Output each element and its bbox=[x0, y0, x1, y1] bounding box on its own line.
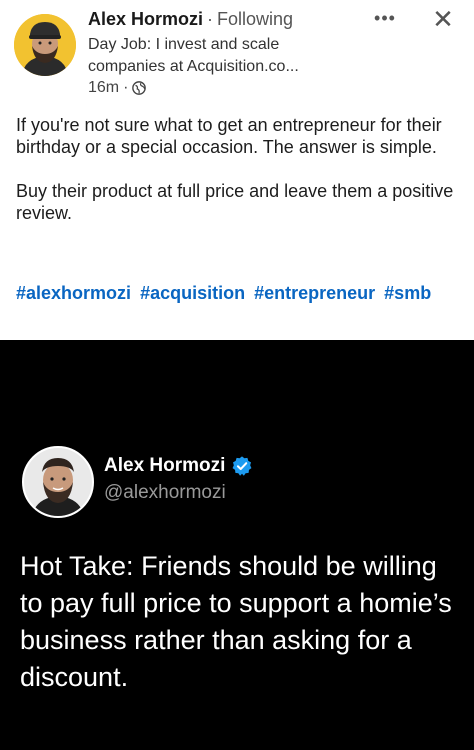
author-line: Alex Hormozi · Following bbox=[88, 8, 414, 30]
hashtag-link[interactable]: #alexhormozi bbox=[16, 283, 131, 303]
tweet-handle[interactable]: @alexhormozi bbox=[104, 481, 226, 505]
tweet-author: Alex Hormozi bbox=[104, 454, 253, 478]
hashtag-link[interactable]: #smb bbox=[384, 283, 431, 303]
tweet-author-name[interactable]: Alex Hormozi bbox=[104, 454, 225, 478]
avatar-portrait-icon bbox=[24, 448, 92, 516]
avatar-portrait-icon bbox=[14, 14, 76, 76]
tweet-text: Hot Take: Friends should be willing to p… bbox=[20, 551, 452, 692]
meta-separator: · bbox=[123, 79, 129, 96]
separator-dot: · bbox=[207, 9, 214, 29]
post-paragraph: Buy their product at full price and leav… bbox=[16, 181, 454, 223]
post-time: 16m bbox=[88, 79, 120, 96]
tweet-avatar[interactable] bbox=[22, 446, 94, 518]
linkedin-post: Alex Hormozi · Following ••• ✕ Day Job: I … bbox=[0, 0, 474, 340]
post-meta: 16m · bbox=[88, 78, 147, 98]
tweet-card: Alex Hormozi @alexhormozi Hot Take: Frie… bbox=[0, 340, 474, 750]
hashtag-link[interactable]: #acquisition bbox=[140, 283, 245, 303]
verified-badge-icon bbox=[232, 456, 252, 476]
author-name[interactable]: Alex Hormozi bbox=[88, 9, 203, 29]
globe-icon bbox=[132, 81, 147, 95]
following-status[interactable]: Following bbox=[217, 9, 293, 29]
post-paragraph: If you're not sure what to get an entrep… bbox=[16, 115, 442, 157]
close-icon[interactable]: ✕ bbox=[430, 6, 456, 32]
author-avatar[interactable] bbox=[14, 14, 76, 76]
hashtag-link[interactable]: #entrepreneur bbox=[254, 283, 375, 303]
more-options-icon[interactable]: ••• bbox=[368, 8, 402, 28]
author-headline: Day Job: I invest and scale companies at… bbox=[88, 36, 299, 75]
post-body: If you're not sure what to get an entrep… bbox=[16, 114, 456, 246]
hashtag-list: #alexhormozi #acquisition #entrepreneur … bbox=[16, 282, 456, 304]
